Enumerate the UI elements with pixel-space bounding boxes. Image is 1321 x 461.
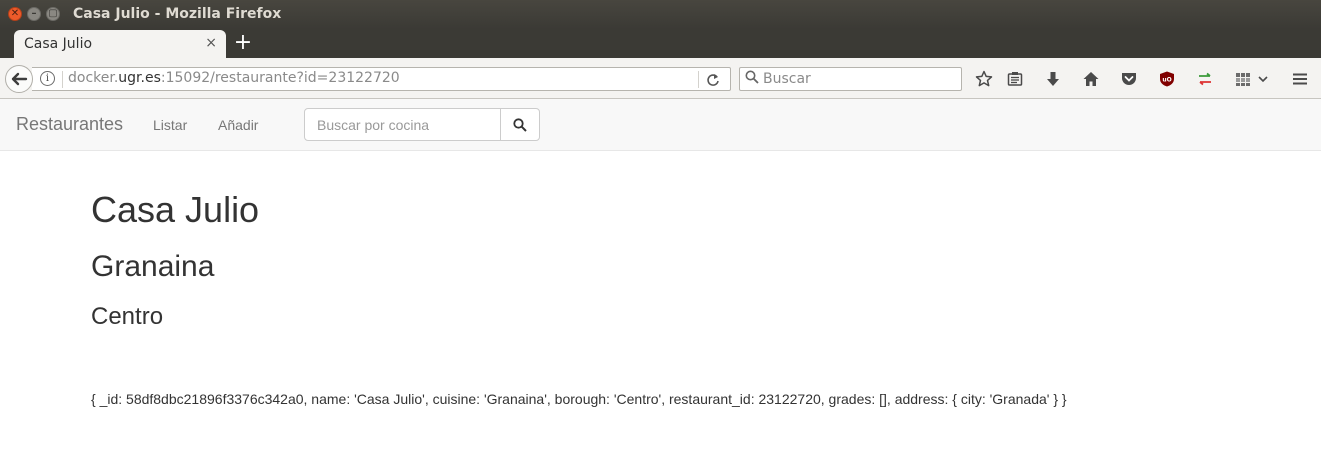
window-maximize-button[interactable]: ▢ [46, 7, 60, 21]
window-minimize-button[interactable]: – [27, 7, 41, 21]
tab-label: Casa Julio [24, 36, 93, 52]
restaurant-cuisine: Granaina [91, 250, 215, 283]
download-icon[interactable] [1042, 68, 1064, 90]
extensions-icon[interactable] [1232, 68, 1254, 90]
svg-text:uO: uO [1162, 77, 1171, 84]
bookmark-star-icon[interactable] [973, 68, 995, 90]
menu-icon[interactable] [1289, 68, 1311, 90]
restaurant-name: Casa Julio [91, 189, 260, 230]
search-icon [745, 70, 759, 84]
tab-strip: Casa Julio × [0, 29, 1321, 58]
site-brand[interactable]: Restaurantes [16, 114, 123, 135]
window-titlebar: ✕ – ▢ Casa Julio - Mozilla Firefox [0, 0, 1321, 29]
ublock-icon[interactable]: uO [1156, 68, 1178, 90]
window-close-button[interactable]: ✕ [8, 7, 22, 21]
site-navbar: Restaurantes Listar Añadir [0, 99, 1321, 151]
url-bar[interactable]: i docker.ugr.es:15092/restaurante?id=231… [32, 67, 731, 91]
url-separator [62, 71, 63, 88]
nav-link-listar[interactable]: Listar [153, 117, 187, 133]
reading-list-icon[interactable] [1004, 68, 1026, 90]
search-icon [513, 117, 527, 132]
browser-search-input[interactable] [763, 70, 953, 88]
back-button[interactable] [5, 65, 33, 93]
url-separator [698, 71, 699, 88]
chevron-down-icon[interactable] [1254, 68, 1272, 90]
url-text[interactable]: docker.ugr.es:15092/restaurante?id=23122… [68, 70, 400, 86]
pocket-icon[interactable] [1118, 68, 1140, 90]
new-tab-button[interactable]: + [232, 30, 254, 56]
nav-link-anadir[interactable]: Añadir [218, 117, 258, 133]
cuisine-search-button[interactable] [500, 108, 540, 141]
browser-search-bar[interactable] [739, 67, 962, 91]
site-info-icon[interactable]: i [40, 71, 55, 86]
sync-arrows-icon[interactable] [1194, 68, 1216, 90]
tab-casa-julio[interactable]: Casa Julio × [14, 30, 226, 58]
restaurant-borough: Centro [91, 303, 164, 330]
tab-close-icon[interactable]: × [205, 35, 217, 51]
cuisine-search-input[interactable] [304, 108, 501, 141]
browser-navbar: i docker.ugr.es:15092/restaurante?id=231… [0, 58, 1321, 99]
restaurant-raw-document: { _id: 58df8dbc21896f3376c342a0, name: '… [91, 391, 1067, 407]
home-icon[interactable] [1080, 68, 1102, 90]
window-title: Casa Julio - Mozilla Firefox [73, 6, 282, 22]
reload-icon[interactable] [706, 69, 720, 91]
